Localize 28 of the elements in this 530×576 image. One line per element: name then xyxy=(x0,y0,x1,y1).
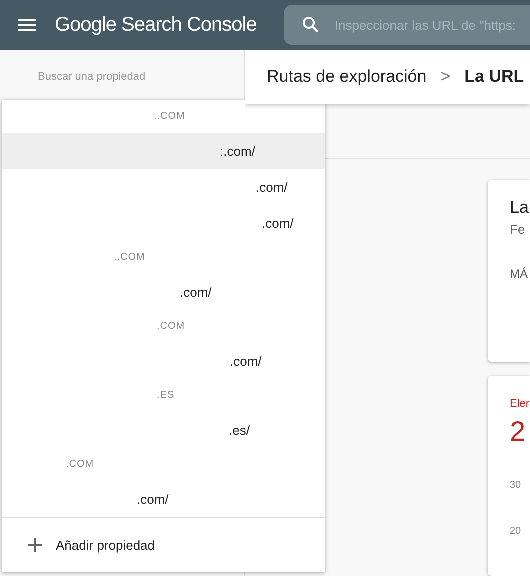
group-label: ..COM xyxy=(154,111,186,122)
card-subtitle: Fe xyxy=(510,222,526,237)
card-title: La xyxy=(510,198,529,218)
axis-label: 30 xyxy=(510,480,522,491)
axis-label: 20 xyxy=(510,526,522,537)
property-item[interactable]: .com/ xyxy=(2,481,325,517)
property-item[interactable]: .com/ xyxy=(2,274,325,310)
group-label: ..COM xyxy=(114,252,146,263)
search-field[interactable]: Inspeccionar las URL de "https: xyxy=(284,5,530,45)
property-item[interactable]: :.com/ xyxy=(2,133,325,169)
breadcrumb-current: La URL xyxy=(464,67,524,87)
property-item[interactable]: .com/ xyxy=(2,205,325,241)
group-label: .COM xyxy=(157,321,186,332)
breadcrumb-separator: > xyxy=(440,67,451,87)
plus-icon xyxy=(28,538,42,552)
group-label: .ES xyxy=(157,390,175,401)
card-link[interactable]: MÁ xyxy=(510,267,528,281)
property-item[interactable]: .com/ xyxy=(2,169,325,205)
breadcrumb-link[interactable]: Rutas de exploración xyxy=(267,67,427,87)
property-search-field[interactable]: Buscar una propiedad xyxy=(36,70,220,84)
add-property-button[interactable]: Añadir propiedad xyxy=(2,517,325,572)
property-item[interactable]: .com/ xyxy=(2,343,325,379)
metric-label: Eler xyxy=(510,398,530,410)
app-title: Google Search Console xyxy=(55,14,257,36)
group-label: .COM xyxy=(66,459,94,470)
menu-icon[interactable] xyxy=(18,19,36,31)
property-item[interactable]: .es/ xyxy=(2,412,325,448)
metric-value: 2 xyxy=(510,416,526,448)
